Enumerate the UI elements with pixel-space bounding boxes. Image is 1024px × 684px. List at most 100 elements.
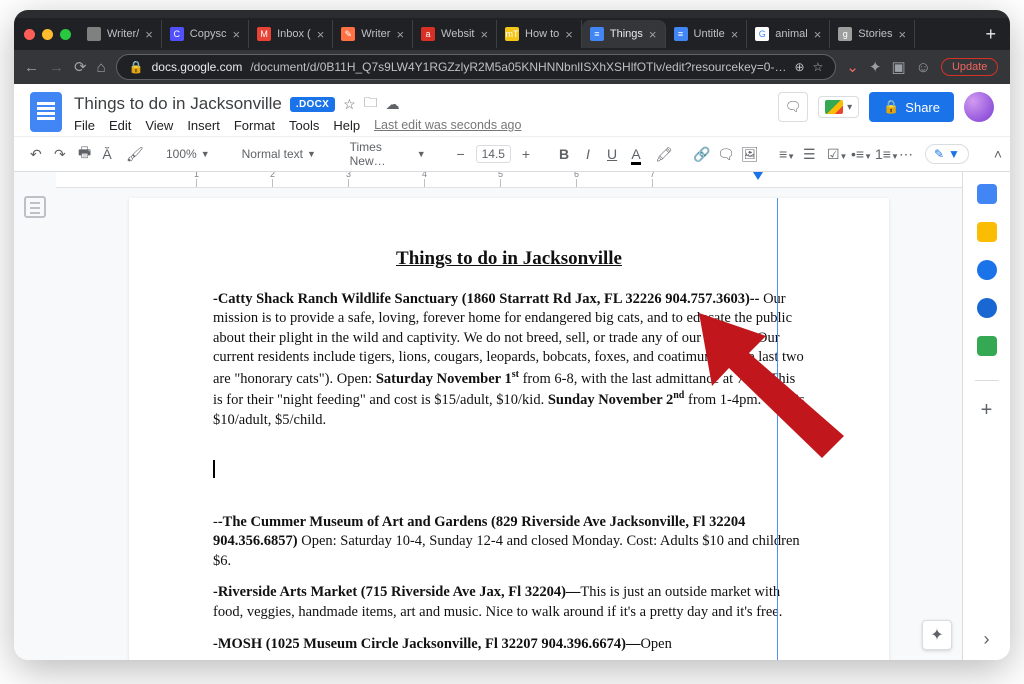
comment-history-button[interactable]: 🗨 <box>778 92 808 122</box>
browser-tab[interactable]: ≡Things× <box>582 20 666 48</box>
menu-icon[interactable]: ⋮ <box>1008 58 1010 76</box>
show-outline-button[interactable] <box>24 196 46 218</box>
close-tab-icon[interactable]: × <box>731 27 739 42</box>
meet-button[interactable]: ▾ <box>818 96 859 118</box>
cast-icon[interactable]: ▣ <box>891 58 905 76</box>
text-color-button[interactable]: A <box>627 143 645 165</box>
move-document-icon[interactable]: 🗀 <box>364 92 378 116</box>
account-avatar[interactable] <box>964 92 994 122</box>
spellcheck-button[interactable]: Ă <box>98 143 116 165</box>
close-tab-icon[interactable]: × <box>899 27 907 42</box>
checklist-button[interactable]: ☑▼ <box>823 143 841 166</box>
editing-mode-button[interactable]: ✎ ▼ <box>925 144 969 164</box>
italic-button[interactable]: I <box>579 143 597 165</box>
line-spacing-button[interactable]: ☰ <box>799 143 817 166</box>
last-edit-label[interactable]: Last edit was seconds ago <box>374 118 521 133</box>
browser-tab[interactable]: ✎Writer× <box>333 20 413 48</box>
insert-image-button[interactable]: 🖼 <box>737 143 755 166</box>
paint-format-button[interactable]: 🖌 <box>122 143 140 166</box>
bulleted-list-button[interactable]: •≡▼ <box>847 143 865 165</box>
contacts-icon[interactable] <box>977 298 997 318</box>
menu-file[interactable]: File <box>74 118 95 133</box>
close-tab-icon[interactable]: × <box>317 27 325 42</box>
tab-label: Websit <box>441 28 474 40</box>
close-tab-icon[interactable]: × <box>232 27 240 42</box>
tasks-icon[interactable] <box>977 260 997 280</box>
right-margin-indicator[interactable] <box>753 172 763 180</box>
browser-tab[interactable]: Writer/× <box>79 20 162 48</box>
style-select[interactable]: Normal text▼ <box>236 145 324 163</box>
minimize-window-icon[interactable] <box>42 29 53 40</box>
menu-edit[interactable]: Edit <box>109 118 131 133</box>
numbered-list-button[interactable]: 1≡▼ <box>871 143 889 165</box>
insert-link-button[interactable]: 🔗 <box>689 143 707 166</box>
close-tab-icon[interactable]: × <box>480 27 488 42</box>
print-button[interactable]: 🖶 <box>74 139 92 169</box>
menu-insert[interactable]: Insert <box>187 118 220 133</box>
window-controls[interactable] <box>20 29 79 40</box>
menu-help[interactable]: Help <box>333 118 360 133</box>
calendar-icon[interactable] <box>977 184 997 204</box>
text-cursor <box>213 460 215 478</box>
browser-tab[interactable]: mTHow to× <box>497 20 582 48</box>
close-tab-icon[interactable]: × <box>565 27 573 42</box>
star-icon[interactable]: ☆ <box>813 60 824 74</box>
explore-button[interactable]: ✦ <box>922 620 952 650</box>
align-button[interactable]: ≡▼ <box>775 143 793 165</box>
highlight-button[interactable]: 🖍 <box>651 143 669 166</box>
new-tab-button[interactable]: + <box>977 24 1004 45</box>
close-window-icon[interactable] <box>24 29 35 40</box>
collapse-toolbar-button[interactable]: ˄ <box>989 143 1007 165</box>
extensions-icon[interactable]: ✦ <box>869 58 882 76</box>
menu-format[interactable]: Format <box>234 118 275 133</box>
bold-button[interactable]: B <box>555 143 573 165</box>
document-title[interactable]: Things to do in Jacksonville <box>74 94 282 114</box>
lock-icon: 🔒 <box>129 60 144 74</box>
menu-view[interactable]: View <box>145 118 173 133</box>
star-document-icon[interactable]: ☆ <box>343 96 356 113</box>
update-chip[interactable]: Update <box>941 58 998 76</box>
pocket-icon[interactable]: ⌄ <box>846 58 859 76</box>
back-button[interactable]: ← <box>24 59 39 76</box>
docs-logo-icon[interactable] <box>30 92 62 132</box>
hide-side-panel-button[interactable]: › <box>984 629 990 650</box>
home-button[interactable]: ⌂ <box>97 59 106 76</box>
browser-tab[interactable]: aWebsit× <box>413 20 497 48</box>
install-app-icon[interactable]: ⊕ <box>794 60 804 74</box>
underline-button[interactable]: U <box>603 143 621 165</box>
font-select[interactable]: Times New…▼ <box>344 138 432 170</box>
insert-comment-button[interactable]: 🗨 <box>713 143 731 166</box>
document-page[interactable]: Things to do in Jacksonville -Catty Shac… <box>129 198 889 660</box>
reload-button[interactable]: ⟳ <box>74 58 87 76</box>
font-size-input[interactable]: 14.5 <box>476 145 511 163</box>
menu-tools[interactable]: Tools <box>289 118 319 133</box>
maps-icon[interactable] <box>977 336 997 356</box>
document-canvas[interactable]: 6.50 1 2 3 4 5 6 7 Things to do in Jacks… <box>56 172 962 660</box>
tab-label: Inbox ( <box>277 28 311 40</box>
cloud-status-icon[interactable]: ☁ <box>386 96 400 113</box>
share-button[interactable]: 🔒Share <box>869 92 954 122</box>
close-tab-icon[interactable]: × <box>396 27 404 42</box>
docx-badge: .DOCX <box>290 97 335 112</box>
browser-tab[interactable]: MInbox (× <box>249 20 333 48</box>
forward-button[interactable]: → <box>49 59 64 76</box>
close-tab-icon[interactable]: × <box>649 27 657 42</box>
undo-button[interactable]: ↶ <box>26 143 44 166</box>
zoom-select[interactable]: 100%▼ <box>160 145 216 163</box>
close-tab-icon[interactable]: × <box>814 27 822 42</box>
browser-tab[interactable]: ≡Untitle× <box>666 20 748 48</box>
redo-button[interactable]: ↷ <box>50 143 68 166</box>
browser-tab[interactable]: CCopysc× <box>162 20 249 48</box>
keep-icon[interactable] <box>977 222 997 242</box>
decrease-font-button[interactable]: − <box>452 143 470 165</box>
add-addons-button[interactable]: + <box>981 399 993 422</box>
browser-tab[interactable]: gStories× <box>830 20 915 48</box>
horizontal-ruler[interactable]: 6.50 1 2 3 4 5 6 7 <box>56 172 962 188</box>
profile-icon[interactable]: ☺ <box>916 59 931 76</box>
address-bar[interactable]: 🔒 docs.google.com /document/d/0B11H_Q7s9… <box>116 54 837 80</box>
more-button[interactable]: ⋯ <box>895 143 913 166</box>
close-tab-icon[interactable]: × <box>145 27 153 42</box>
increase-font-button[interactable]: + <box>517 143 535 165</box>
fullscreen-window-icon[interactable] <box>60 29 71 40</box>
browser-tab[interactable]: Ganimal× <box>747 20 830 48</box>
